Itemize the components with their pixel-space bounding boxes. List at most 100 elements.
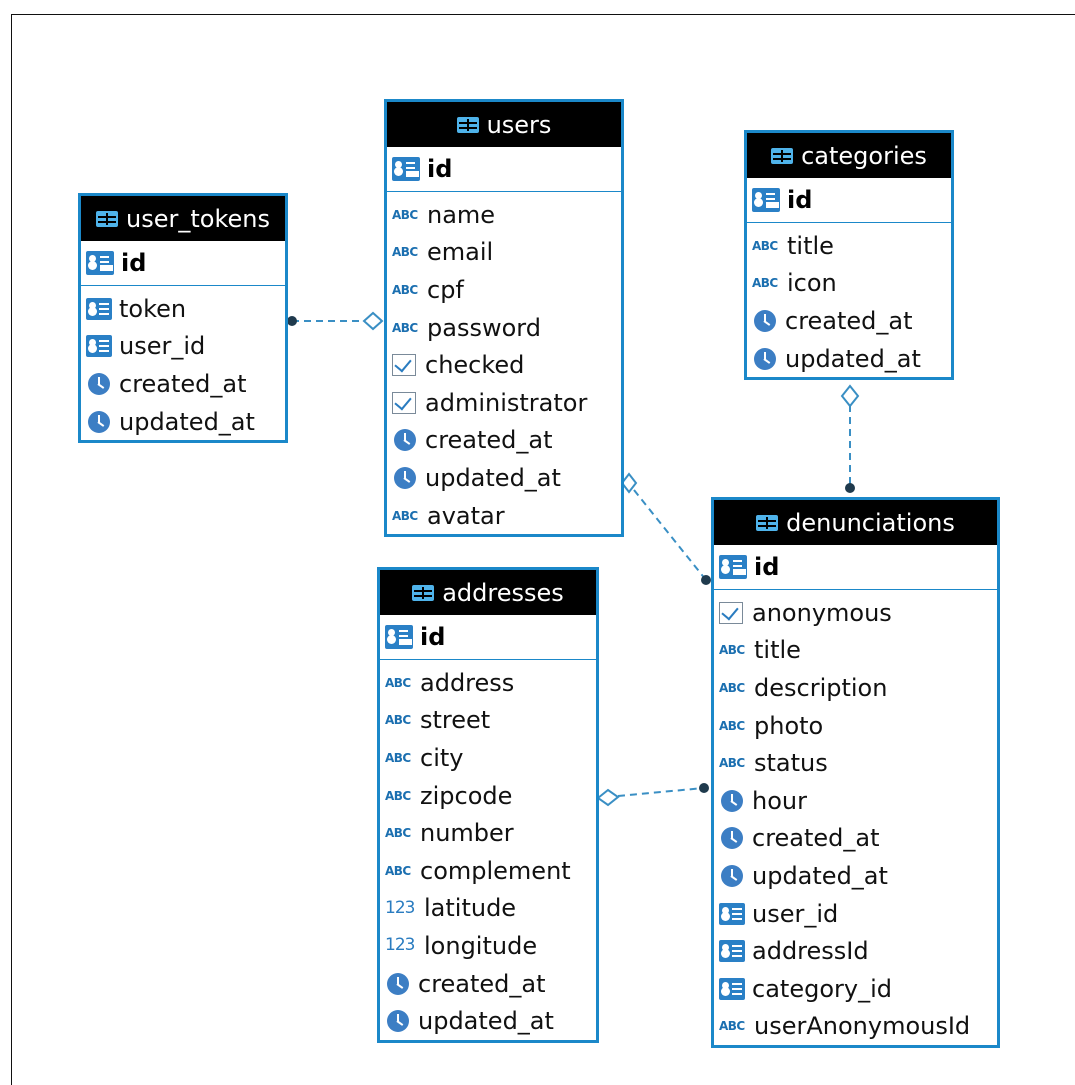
foreign-key-icon bbox=[719, 977, 745, 1000]
column-name: icon bbox=[787, 269, 837, 298]
clock-icon bbox=[387, 972, 409, 995]
column-row[interactable]: ABC complement bbox=[380, 852, 596, 890]
column-row[interactable]: ABC photo bbox=[714, 707, 997, 745]
table-header-addresses[interactable]: addresses bbox=[380, 570, 596, 615]
column-name: category_id bbox=[752, 974, 892, 1003]
column-name: created_at bbox=[418, 969, 546, 998]
table-user-tokens[interactable]: user_tokensid token user_id created_atupdat… bbox=[78, 193, 288, 444]
column-row[interactable]: user_id bbox=[81, 328, 285, 366]
table-header-categories[interactable]: categories bbox=[747, 133, 951, 178]
column-name: anonymous bbox=[752, 598, 892, 627]
column-row[interactable]: ABC city bbox=[380, 739, 596, 777]
column-list: anonymous ABC title ABC description ABC photo A… bbox=[714, 590, 997, 1045]
text-type-icon: ABC bbox=[385, 750, 411, 765]
column-row[interactable]: ABC street bbox=[380, 702, 596, 740]
column-row[interactable]: hour bbox=[714, 782, 997, 820]
primary-key-row[interactable]: id bbox=[387, 147, 621, 192]
text-type-icon: ABC bbox=[385, 788, 411, 803]
column-row[interactable]: created_at bbox=[714, 820, 997, 858]
column-row[interactable]: ABC password bbox=[387, 309, 621, 347]
clock-icon bbox=[754, 347, 776, 370]
column-row[interactable]: user_id bbox=[714, 895, 997, 933]
text-type-icon: ABC bbox=[719, 1019, 745, 1034]
table-addresses[interactable]: addresses id ABC address ABC street ABC city ABC… bbox=[377, 567, 599, 1043]
column-name: id bbox=[121, 249, 147, 277]
column-row[interactable]: updated_at bbox=[81, 403, 285, 441]
table-users[interactable]: users id ABC name ABC email ABC cpf ABC password c… bbox=[384, 99, 624, 538]
table-header-denunciations[interactable]: denunciations bbox=[714, 500, 997, 545]
column-row[interactable]: created_at bbox=[380, 965, 596, 1003]
column-name: street bbox=[420, 706, 491, 735]
column-name: zipcode bbox=[420, 781, 513, 810]
column-row[interactable]: 123 latitude bbox=[380, 890, 596, 928]
primary-key-row[interactable]: id bbox=[380, 615, 596, 660]
column-row[interactable]: addressId bbox=[714, 932, 997, 970]
text-type-icon: ABC bbox=[392, 207, 418, 222]
primary-key-icon bbox=[752, 188, 780, 212]
column-row[interactable]: ABC title bbox=[747, 227, 951, 265]
text-type-icon: ABC bbox=[392, 508, 418, 523]
table-icon bbox=[96, 210, 119, 227]
column-row[interactable]: ABC icon bbox=[747, 265, 951, 303]
checkbox-icon bbox=[392, 354, 416, 377]
column-row[interactable]: updated_at bbox=[387, 459, 621, 497]
column-name: created_at bbox=[119, 369, 247, 398]
column-row[interactable]: created_at bbox=[387, 422, 621, 460]
column-row[interactable]: ABC name bbox=[387, 196, 621, 234]
text-type-icon: ABC bbox=[392, 245, 418, 260]
column-row[interactable]: ABC description bbox=[714, 669, 997, 707]
column-row[interactable]: token bbox=[81, 290, 285, 328]
column-row[interactable]: ABC email bbox=[387, 234, 621, 272]
column-name: id bbox=[427, 155, 453, 183]
numeric-type-icon: 123 bbox=[385, 897, 415, 918]
column-row[interactable]: updated_at bbox=[747, 340, 951, 378]
column-name: email bbox=[427, 238, 494, 267]
column-name: title bbox=[787, 231, 834, 260]
primary-key-row[interactable]: id bbox=[81, 241, 285, 286]
column-row[interactable]: ABC status bbox=[714, 744, 997, 782]
column-row[interactable]: category_id bbox=[714, 970, 997, 1008]
column-row[interactable]: updated_at bbox=[380, 1002, 596, 1040]
text-type-icon: ABC bbox=[752, 238, 778, 253]
table-denunciations[interactable]: denunciations id anonymous ABC title ABC descr… bbox=[711, 497, 1000, 1049]
table-title: categories bbox=[801, 141, 927, 170]
text-type-icon: ABC bbox=[385, 863, 411, 878]
column-row[interactable]: checked bbox=[387, 346, 621, 384]
column-row[interactable]: ABC zipcode bbox=[380, 777, 596, 815]
primary-key-icon bbox=[719, 555, 747, 579]
primary-key-row[interactable]: id bbox=[714, 545, 997, 590]
column-row[interactable]: anonymous bbox=[714, 594, 997, 632]
column-row[interactable]: 123 longitude bbox=[380, 927, 596, 965]
table-header-users[interactable]: users bbox=[387, 102, 621, 147]
column-row[interactable]: created_at bbox=[747, 302, 951, 340]
column-name: status bbox=[754, 749, 828, 778]
column-name: updated_at bbox=[752, 861, 888, 890]
column-row[interactable]: ABC number bbox=[380, 814, 596, 852]
table-header-user-tokens[interactable]: user_tokens bbox=[81, 196, 285, 241]
column-name: address bbox=[420, 668, 515, 697]
primary-key-icon bbox=[385, 625, 413, 649]
column-row[interactable]: administrator bbox=[387, 384, 621, 422]
foreign-key-icon bbox=[719, 940, 745, 963]
column-row[interactable]: ABC address bbox=[380, 664, 596, 702]
column-row[interactable]: ABC cpf bbox=[387, 271, 621, 309]
table-icon bbox=[756, 514, 779, 531]
diagram-canvas: user_tokens id token user_id created_at updat… bbox=[0, 0, 1075, 1085]
column-name: password bbox=[427, 313, 541, 342]
column-name: complement bbox=[420, 856, 571, 885]
column-name: number bbox=[420, 819, 514, 848]
column-name: updated_at bbox=[425, 463, 561, 492]
column-name: title bbox=[754, 636, 801, 665]
column-row[interactable]: updated_at bbox=[714, 857, 997, 895]
column-name: administrator bbox=[425, 388, 588, 417]
primary-key-row[interactable]: id bbox=[747, 178, 951, 223]
column-row[interactable]: created_at bbox=[81, 365, 285, 403]
table-categories[interactable]: categories id ABC title ABC icon created_at upd… bbox=[744, 130, 954, 381]
link-denunciations-categories bbox=[840, 384, 860, 493]
column-row[interactable]: ABC userAnonymousId bbox=[714, 1008, 997, 1046]
column-name: checked bbox=[425, 351, 525, 380]
checkbox-icon bbox=[392, 391, 416, 414]
column-name: created_at bbox=[425, 426, 553, 455]
column-row[interactable]: ABC avatar bbox=[387, 497, 621, 535]
column-row[interactable]: ABC title bbox=[714, 632, 997, 670]
